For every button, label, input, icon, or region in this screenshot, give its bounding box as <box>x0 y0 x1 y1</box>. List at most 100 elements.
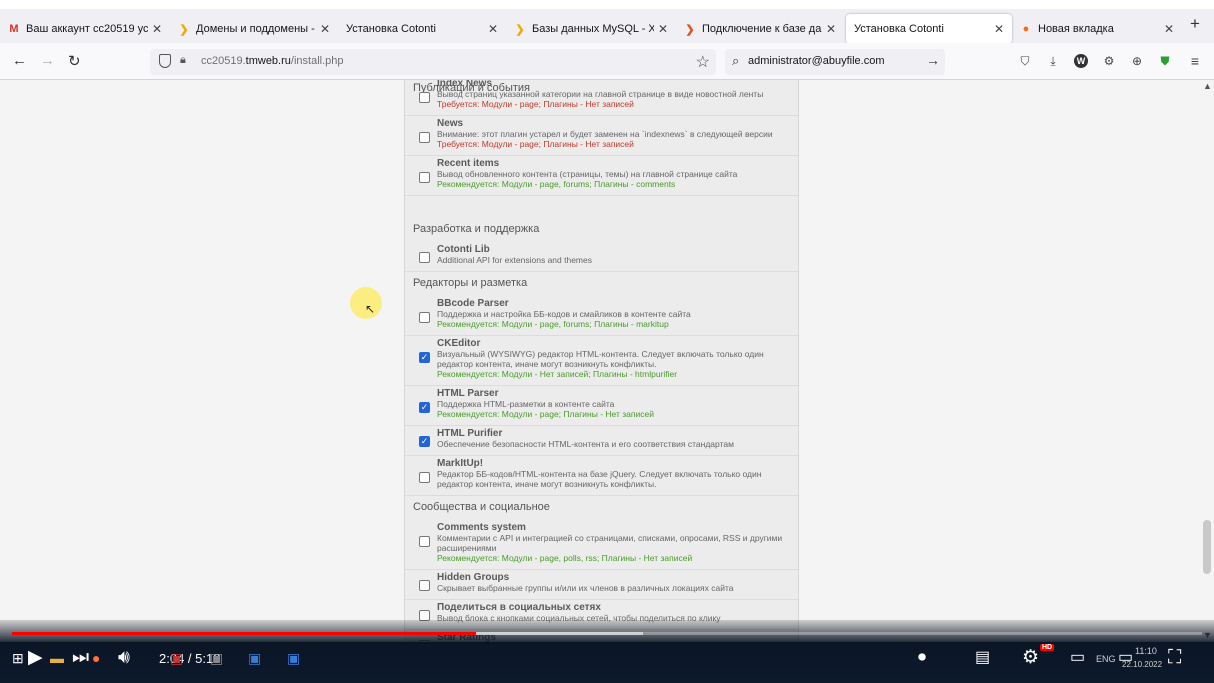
tab-4[interactable]: ❯ Подключение к базе данных ✕ <box>676 14 844 44</box>
extension-checkbox[interactable]: ✓ <box>419 352 430 363</box>
mouse-cursor-icon: ↖ <box>365 302 376 316</box>
page-content: Публикации и события Index News Вывод стра… <box>0 80 1214 642</box>
hd-badge: HD <box>1040 644 1055 651</box>
file-explorer-icon[interactable]: ▬ <box>50 648 64 668</box>
close-tab-icon[interactable]: ✕ <box>1164 22 1174 36</box>
hosting-icon: ❯ <box>515 23 525 36</box>
extension-row: Hidden Groups Скрывает выбранные группы и… <box>405 570 798 600</box>
back-icon[interactable]: ← <box>12 52 27 69</box>
taskbar-app-icon[interactable]: ▣ <box>210 648 223 668</box>
tab-1[interactable]: ❯ Домены и поддомены - Хостинг ✕ <box>170 14 338 44</box>
tab-title: Установка Cotonti <box>346 23 436 35</box>
tab-title: Установка Cotonti <box>854 23 944 35</box>
extension-checkbox[interactable] <box>419 536 430 547</box>
new-tab-button[interactable]: + <box>1190 14 1200 34</box>
tab-2[interactable]: Установка Cotonti ✕ <box>338 14 506 44</box>
close-tab-icon[interactable]: ✕ <box>826 22 836 36</box>
extension-description: Комментарии с API и интеграцией со стран… <box>437 533 797 563</box>
search-icon: ⌕ <box>732 53 740 68</box>
extension-checkbox[interactable]: ✓ <box>419 436 430 447</box>
extension-name: Поделиться в социальных сетях <box>437 602 601 613</box>
lock-icon[interactable]: 🔒︎ <box>180 54 186 67</box>
close-tab-icon[interactable]: ✕ <box>994 22 1004 36</box>
close-tab-icon[interactable]: ✕ <box>320 22 330 36</box>
search-query[interactable]: administrator@abuyfile.com <box>748 55 885 67</box>
volume-icon[interactable]: 🔊︎ <box>118 648 130 668</box>
scrollbar-thumb[interactable] <box>1203 520 1211 574</box>
bookmark-star-icon[interactable]: ☆ <box>696 52 710 72</box>
tab-6[interactable]: ● Новая вкладка ✕ <box>1012 14 1182 44</box>
search-bar[interactable]: ⌕ administrator@abuyfile.com → <box>725 49 945 75</box>
extension-description-text: Обеспечение безопасности HTML-контента и… <box>437 439 734 449</box>
taskbar-app-icon[interactable]: ▣ <box>248 648 261 668</box>
extension-recommendations: Рекомендуется: Модули - page, forums; Пл… <box>437 319 669 329</box>
tab-3[interactable]: ❯ Базы данных MySQL - Хостинг ✕ <box>506 14 676 44</box>
miniplayer-icon[interactable]: ▭ <box>1070 648 1085 668</box>
extension-description: Скрывает выбранные группы и/или их члено… <box>437 583 797 593</box>
pocket-icon[interactable]: ⛉ <box>1018 54 1032 68</box>
tab-title: Домены и поддомены - Хостинг <box>196 23 316 35</box>
extension-checkbox[interactable] <box>419 312 430 323</box>
forward-icon[interactable]: → <box>40 52 55 69</box>
extension-recommendations: Рекомендуется: Модули - page, forums; Пл… <box>437 179 676 189</box>
next-icon[interactable]: ⏭ <box>72 648 89 668</box>
extension-description: Поддержка HTML-разметки в контенте сайта… <box>437 399 797 419</box>
section-title: Разработка и поддержка <box>413 223 540 235</box>
extension-checkbox[interactable] <box>419 92 430 103</box>
downloads-icon[interactable]: ⤓ <box>1046 54 1060 68</box>
globe-extension-icon[interactable]: ⊕ <box>1130 54 1144 68</box>
autoplay-toggle-icon[interactable]: ⏺ <box>918 648 926 668</box>
extension-description-text: Визуальный (WYSIWYG) редактор HTML-конте… <box>437 349 764 369</box>
clock: 11:10 <box>1135 646 1157 656</box>
extension-name: Cotonti Lib <box>437 244 490 255</box>
extension-checkbox[interactable] <box>419 172 430 183</box>
video-progress-bar[interactable] <box>12 632 1202 635</box>
address-bar[interactable]: 🔒︎ cc20519.tmweb.ru/install.php ☆ <box>150 49 716 75</box>
taskbar-app-icon[interactable]: ▣ <box>287 648 300 668</box>
extension-checkbox[interactable] <box>419 472 430 483</box>
screen: M Ваш аккаунт cc20519 успешно ✕ ❯ Домены и п… <box>0 0 1214 683</box>
section-title: Редакторы и разметка <box>413 277 528 289</box>
tab-title: Базы данных MySQL - Хостинг <box>532 23 654 35</box>
extension-description-text: Внимание: этот плагин устарел и будет за… <box>437 129 773 139</box>
extension-checkbox[interactable] <box>419 252 430 263</box>
extension-name: Comments system <box>437 522 526 533</box>
extension-description: Обеспечение безопасности HTML-контента и… <box>437 439 797 449</box>
subtitles-icon[interactable]: ▤ <box>975 648 990 668</box>
reload-icon[interactable]: ↻ <box>68 52 81 70</box>
hosting-icon: ❯ <box>685 23 695 36</box>
extension-icon[interactable]: ⚙ <box>1102 54 1116 68</box>
settings-gear-icon[interactable]: ⚙ <box>1022 648 1039 668</box>
extension-description-text: Вывод страниц указанной категории на гла… <box>437 89 764 99</box>
close-tab-icon[interactable]: ✕ <box>152 22 162 36</box>
extension-description: Поддержка и настройка ББ-кодов и смайлик… <box>437 309 797 329</box>
extension-row: Recent items Вывод обновленного контента … <box>405 156 798 196</box>
windows-start-icon[interactable]: ⊞ <box>12 648 24 668</box>
extension-description-text: Поддержка HTML-разметки в контенте сайта <box>437 399 615 409</box>
extension-description-text: Вывод обновленного контента (страницы, т… <box>437 169 738 179</box>
extension-description-text: Поддержка и настройка ББ-кодов и смайлик… <box>437 309 691 319</box>
close-tab-icon[interactable]: ✕ <box>488 22 498 36</box>
tab-title: Ваш аккаунт cc20519 успешно <box>26 23 148 35</box>
wordpress-extension-icon[interactable]: W <box>1074 54 1088 68</box>
extension-checkbox[interactable]: ✓ <box>419 402 430 413</box>
extension-name: Hidden Groups <box>437 572 510 583</box>
tracking-shield-icon[interactable] <box>159 54 171 68</box>
menu-icon[interactable]: ≡ <box>1188 54 1202 68</box>
tab-0[interactable]: M Ваш аккаунт cc20519 успешно ✕ <box>0 14 170 44</box>
shield-extension-icon[interactable]: ⛊ <box>1158 54 1172 68</box>
tab-5[interactable]: Установка Cotonti ✕ <box>846 14 1012 44</box>
firefox-taskbar-icon[interactable]: ● <box>92 648 100 668</box>
extension-checkbox[interactable] <box>419 132 430 143</box>
language-indicator[interactable]: ENG <box>1096 654 1116 664</box>
scroll-up-icon[interactable]: ▲ <box>1203 81 1212 91</box>
extension-checkbox[interactable] <box>419 580 430 591</box>
play-icon[interactable]: ▶ <box>28 648 43 668</box>
taskbar-app-icon[interactable]: ▣ <box>170 648 183 668</box>
extension-name: HTML Purifier <box>437 428 503 439</box>
scrollbar[interactable]: ▲ ▼ <box>1200 80 1214 642</box>
url-text[interactable]: cc20519.tmweb.ru/install.php <box>201 55 344 67</box>
fullscreen-icon[interactable]: ⛶ <box>1168 648 1181 668</box>
close-tab-icon[interactable]: ✕ <box>658 22 668 36</box>
search-go-icon[interactable]: → <box>926 52 940 68</box>
